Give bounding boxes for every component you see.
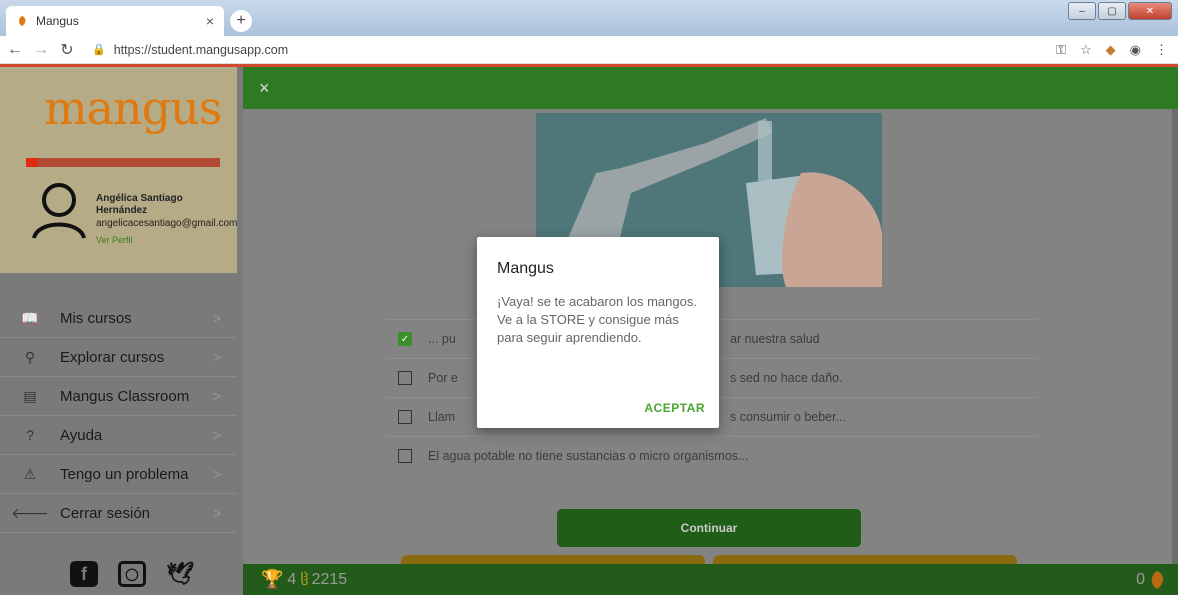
chevron-right-icon: > xyxy=(212,310,221,326)
star-icon[interactable]: ☆ xyxy=(1080,42,1092,58)
facebook-icon[interactable]: f xyxy=(70,561,98,587)
scrollbar[interactable] xyxy=(1172,109,1178,564)
sidebar-item-label: Tengo un problema xyxy=(60,465,189,483)
chevron-right-icon: > xyxy=(212,505,221,521)
address-bar: ← → ↻ 🔒 https://student.mangusapp.com ⚿ … xyxy=(0,36,1178,64)
sidebar: mangus Angélica Santiago Hernández angel… xyxy=(0,67,243,595)
accept-button[interactable]: ACEPTAR xyxy=(644,401,705,415)
chevron-right-icon: > xyxy=(212,388,221,404)
lesson-header: × xyxy=(243,67,1178,109)
instagram-icon[interactable]: ◯ xyxy=(118,561,146,587)
sidebar-item-explorar-cursos[interactable]: ⚲ Explorar cursos > xyxy=(0,338,237,377)
checkbox-icon[interactable] xyxy=(398,410,412,424)
sidebar-item-cerrar-sesion[interactable]: 🡐 Cerrar sesión > xyxy=(0,494,237,533)
mango-icon xyxy=(1151,570,1163,589)
dialog-message: ¡Vaya! se te acabaron los mangos. Ve a l… xyxy=(497,294,697,345)
sidebar-item-tengo-un-problema[interactable]: ⚠ Tengo un problema > xyxy=(0,455,237,494)
profile-panel: mangus Angélica Santiago Hernández angel… xyxy=(0,67,237,273)
option-text: Por e xyxy=(428,371,458,385)
option-text: ... pu xyxy=(428,332,456,346)
url-text: https://student.mangusapp.com xyxy=(113,42,289,57)
points-icon: ჱ xyxy=(300,571,309,589)
sidebar-item-label: Ayuda xyxy=(60,426,103,444)
out-of-mangos-dialog: Mangus ¡Vaya! se te acabaron los mangos.… xyxy=(477,237,719,428)
sidebar-menu: 📖 Mis cursos > ⚲ Explorar cursos > ▤ Mangus C… xyxy=(0,299,237,533)
sidebar-item-label: Explorar cursos xyxy=(60,348,165,366)
chevron-right-icon: > xyxy=(212,427,221,443)
reload-icon[interactable]: ↻ xyxy=(56,40,78,60)
book-icon: 📖 xyxy=(21,309,39,326)
option-text: Llam xyxy=(428,410,456,424)
mango-level-bar xyxy=(26,158,220,167)
sidebar-item-label: Mangus Classroom xyxy=(60,387,190,405)
answer-option[interactable]: El agua potable no tiene sustancias o mi… xyxy=(385,436,1037,475)
trophy-count: 4 xyxy=(287,570,297,588)
mangus-logo: mangus xyxy=(44,81,222,135)
continue-button[interactable]: Continuar xyxy=(557,509,861,547)
warning-icon: ⚠ xyxy=(23,465,37,482)
window-controls: – ▢ ✕ xyxy=(1068,2,1172,20)
extension-icon[interactable]: ◆ xyxy=(1106,42,1116,58)
chevron-right-icon: > xyxy=(212,349,221,365)
tab-title: Mangus xyxy=(36,14,79,28)
mango-favicon-icon xyxy=(19,16,26,26)
mango-count: 0 xyxy=(1136,570,1145,588)
search-icon: ⚲ xyxy=(24,348,36,365)
help-icon: ? xyxy=(26,427,34,443)
points-count: 2215 xyxy=(311,570,348,588)
checkbox-checked-icon[interactable]: ✓ xyxy=(398,332,412,346)
sidebar-item-ayuda[interactable]: ? Ayuda > xyxy=(0,416,237,455)
chevron-right-icon: > xyxy=(212,466,221,482)
tab-close-icon[interactable]: × xyxy=(206,13,214,29)
logout-icon: 🡐 xyxy=(11,504,49,521)
twitter-icon[interactable]: 🕊 xyxy=(166,561,194,587)
lock-icon: 🔒 xyxy=(92,44,106,56)
new-tab-button[interactable]: + xyxy=(230,10,252,32)
trophy-icon: 🏆 xyxy=(261,569,284,589)
more-menu-icon[interactable]: ⋮ xyxy=(1155,42,1168,58)
maximize-button[interactable]: ▢ xyxy=(1098,2,1126,20)
browser-tab[interactable]: Mangus × xyxy=(6,6,224,36)
window-close-button[interactable]: ✕ xyxy=(1128,2,1172,20)
browser-tabbar: Mangus × + – ▢ ✕ xyxy=(0,0,1178,36)
avatar xyxy=(32,183,86,239)
checkbox-icon[interactable] xyxy=(398,449,412,463)
status-bar: 🏆 4 ჱ 2215 0 xyxy=(243,564,1178,595)
forward-icon[interactable]: → xyxy=(30,41,52,59)
account-icon[interactable]: ◉ xyxy=(1130,42,1141,58)
option-text-tail: s consumir o beber... xyxy=(730,410,847,424)
minimize-button[interactable]: – xyxy=(1068,2,1096,20)
user-name: Angélica Santiago Hernández xyxy=(96,193,183,216)
option-text: El agua potable no tiene sustancias o mi… xyxy=(428,449,749,463)
key-icon[interactable]: ⚿ xyxy=(1056,42,1066,58)
sidebar-item-mangus-classroom[interactable]: ▤ Mangus Classroom > xyxy=(0,377,237,416)
checkbox-icon[interactable] xyxy=(398,371,412,385)
user-email: angelicacesantiago@gmail.com xyxy=(96,218,237,229)
view-profile-link[interactable]: Ver Perfil xyxy=(96,235,133,245)
close-lesson-icon[interactable]: × xyxy=(259,78,270,99)
option-text-tail: s sed no hace daño. xyxy=(730,371,843,385)
url-field[interactable]: 🔒 https://student.mangusapp.com xyxy=(92,43,288,57)
back-icon[interactable]: ← xyxy=(4,41,26,59)
classroom-icon: ▤ xyxy=(23,387,37,404)
social-links: f ◯ 🕊 xyxy=(70,561,194,587)
sidebar-item-mis-cursos[interactable]: 📖 Mis cursos > xyxy=(0,299,237,338)
option-text-tail: ar nuestra salud xyxy=(730,332,820,346)
sidebar-item-label: Cerrar sesión xyxy=(60,504,151,522)
dialog-title: Mangus xyxy=(497,260,554,277)
sidebar-item-label: Mis cursos xyxy=(60,309,132,327)
